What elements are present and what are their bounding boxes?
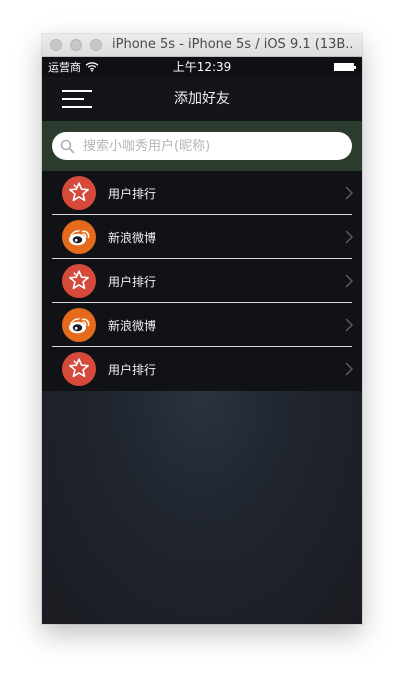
search-area (42, 121, 362, 171)
search-box (52, 132, 352, 160)
chevron-right-icon (344, 361, 354, 377)
navigation-bar: 添加好友 (42, 77, 362, 121)
list-item-user-ranking[interactable]: 用户排行 (42, 171, 362, 215)
status-time: 上午12:39 (172, 60, 232, 74)
minimize-window-button[interactable] (70, 39, 82, 51)
list-item-label: 新浪微博 (108, 230, 157, 245)
window-controls (50, 39, 102, 51)
empty-content-area (42, 391, 362, 624)
list-item-user-ranking[interactable]: 用户排行 (42, 259, 362, 303)
status-bar: 运营商 上午12:39 (42, 57, 362, 77)
list-item-sina-weibo[interactable]: 新浪微博 (42, 215, 362, 259)
list-item-label: 用户排行 (108, 186, 157, 201)
search-input[interactable] (81, 137, 325, 155)
window-title: iPhone 5s - iPhone 5s / iOS 9.1 (13B... (112, 37, 354, 52)
star-icon (62, 352, 96, 386)
star-icon (62, 176, 96, 210)
window-titlebar: iPhone 5s - iPhone 5s / iOS 9.1 (13B... (42, 34, 362, 57)
star-icon (62, 264, 96, 298)
zoom-window-button[interactable] (90, 39, 102, 51)
search-icon (60, 139, 75, 154)
chevron-right-icon (344, 185, 354, 201)
list-item-label: 用户排行 (108, 274, 157, 289)
list-item-sina-weibo[interactable]: 新浪微博 (42, 303, 362, 347)
weibo-icon (62, 308, 96, 342)
chevron-right-icon (344, 229, 354, 245)
list-item-label: 用户排行 (108, 362, 157, 377)
friend-source-list: 用户排行 新浪微博 用户排行 新浪微博 用户排行 (42, 171, 362, 391)
close-window-button[interactable] (50, 39, 62, 51)
list-item-label: 新浪微博 (108, 318, 157, 333)
simulator-window: iPhone 5s - iPhone 5s / iOS 9.1 (13B... … (42, 34, 362, 624)
chevron-right-icon (344, 317, 354, 333)
weibo-icon (62, 220, 96, 254)
battery-icon (334, 63, 356, 71)
list-item-user-ranking[interactable]: 用户排行 (42, 347, 362, 391)
chevron-right-icon (344, 273, 354, 289)
page-title: 添加好友 (174, 91, 230, 107)
